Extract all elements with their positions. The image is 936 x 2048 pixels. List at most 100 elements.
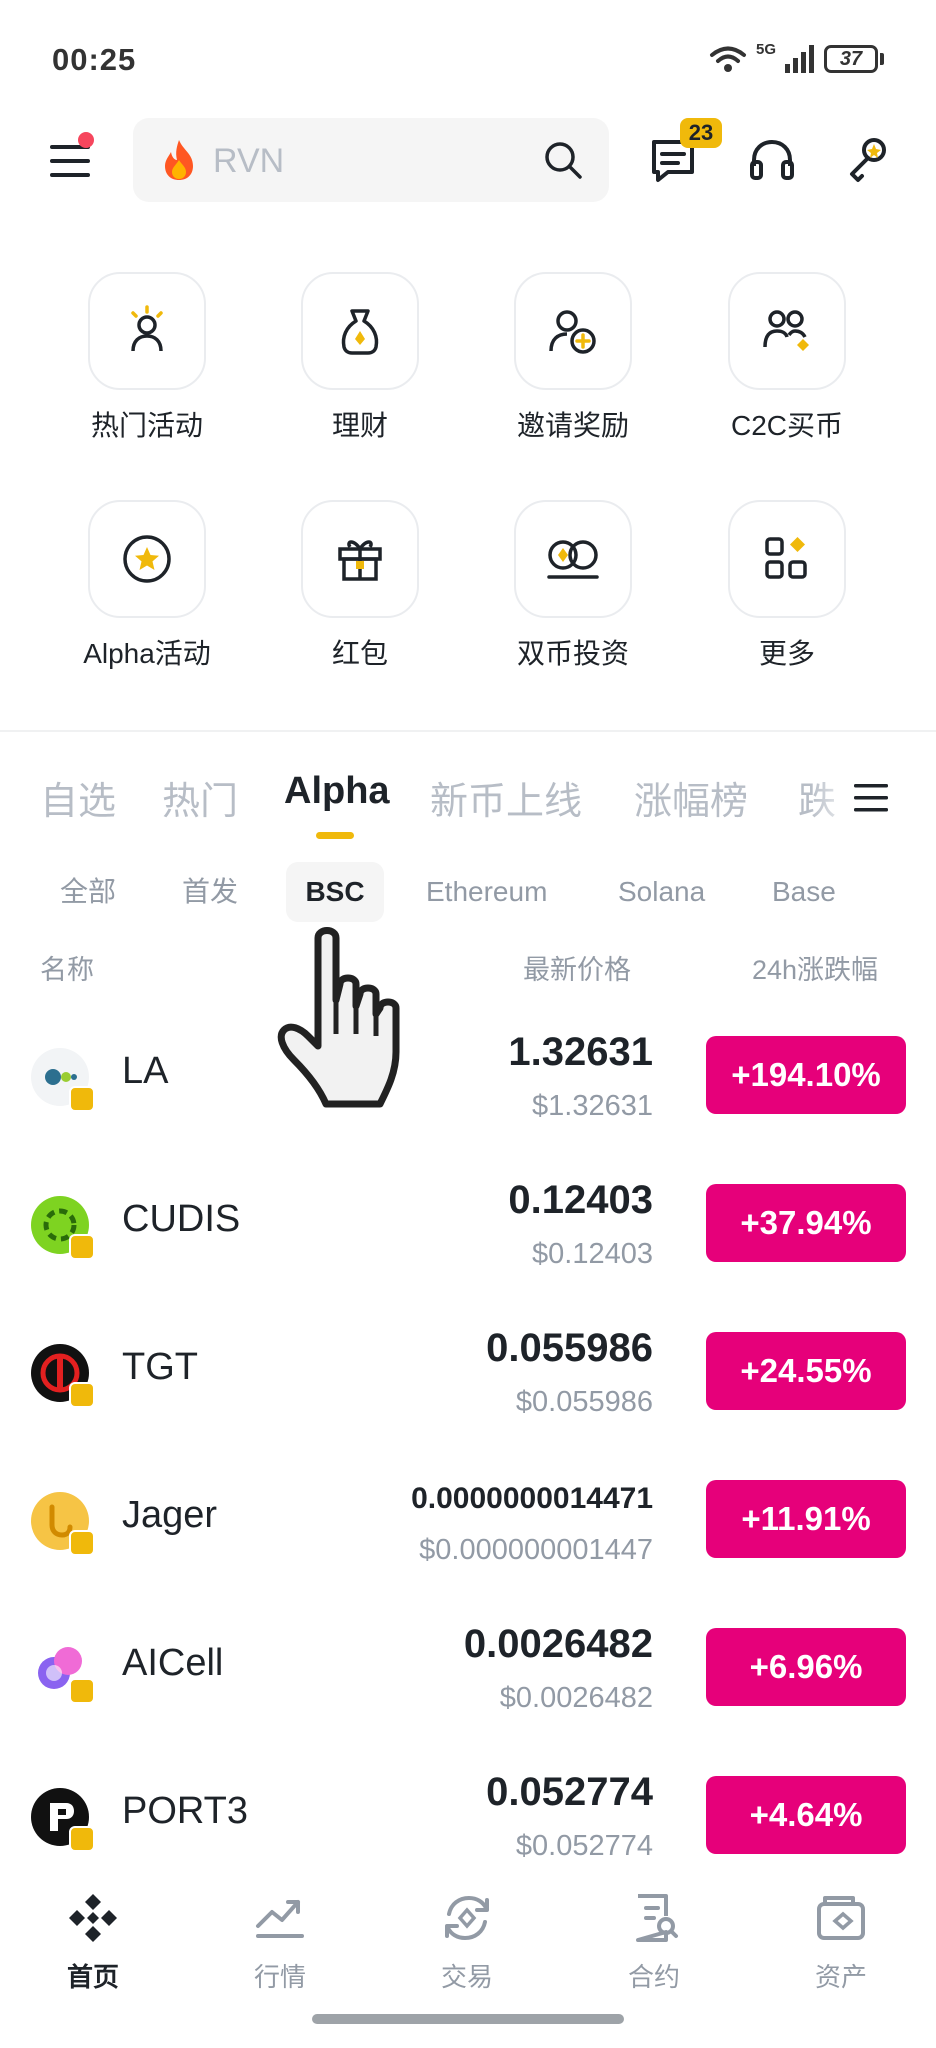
- coin-name: CUDIS: [122, 1198, 241, 1240]
- tabs-menu-icon[interactable]: [852, 778, 892, 818]
- nav-label: 交易: [440, 1962, 493, 1992]
- column-header-change[interactable]: 24h涨跌幅: [752, 948, 878, 987]
- c2c-users-icon: [763, 310, 809, 351]
- change-badge[interactable]: +194.10%: [706, 1036, 906, 1114]
- coin-name: AICell: [122, 1642, 224, 1684]
- subtab-first-launch[interactable]: 首发: [182, 862, 238, 922]
- quick-action-label: 理财: [331, 410, 388, 441]
- tile: [728, 500, 846, 618]
- coin-row-cudis[interactable]: CUDIS 0.12403 $0.12403 +37.94%: [0, 1148, 936, 1296]
- nav-label: 行情: [253, 1962, 306, 1992]
- tile: [514, 272, 632, 390]
- home-indicator[interactable]: [312, 2014, 624, 2024]
- quick-action-dual-investment[interactable]: 双币投资: [473, 500, 673, 672]
- coin-row-aicell[interactable]: AICell 0.0026482 $0.0026482 +6.96%: [0, 1592, 936, 1740]
- bsc-chain-badge: [69, 1678, 95, 1704]
- quick-action-red-packet[interactable]: 红包: [260, 500, 460, 672]
- quick-action-label: 邀请奖励: [516, 410, 629, 441]
- markets-chart-icon: [256, 1900, 304, 1938]
- bsc-chain-badge: [69, 1086, 95, 1112]
- bsc-chain-badge: [69, 1234, 95, 1260]
- top-bar: 23: [0, 112, 936, 210]
- coin-row-jager[interactable]: Jager 0.0000000014471 $0.000000001447 +1…: [0, 1444, 936, 1592]
- coin-price: 0.12403: [508, 1178, 653, 1222]
- quick-action-earn[interactable]: 理财: [260, 272, 460, 444]
- bsc-chain-badge: [69, 1826, 95, 1852]
- tab-alpha[interactable]: Alpha: [284, 770, 390, 813]
- nav-trade[interactable]: 交易: [392, 1876, 542, 1994]
- bsc-chain-badge: [69, 1382, 95, 1408]
- dual-coin-icon: [547, 540, 599, 579]
- tile: [514, 500, 632, 618]
- coin-row-tgt[interactable]: TGT 0.055986 $0.055986 +24.55%: [0, 1296, 936, 1444]
- quick-action-invite[interactable]: 邀请奖励: [473, 272, 673, 444]
- tile: [301, 272, 419, 390]
- column-header-name[interactable]: 名称: [40, 948, 94, 987]
- bsc-chain-badge: [69, 1530, 95, 1556]
- battery-icon: 37: [824, 45, 884, 73]
- quick-action-label: 双币投资: [516, 638, 629, 669]
- tab-hot[interactable]: 热门: [162, 770, 238, 825]
- quick-action-hot-events[interactable]: 热门活动: [47, 272, 247, 444]
- tab-gainers[interactable]: 涨幅榜: [634, 770, 748, 825]
- subtab-all[interactable]: 全部: [60, 862, 116, 922]
- network-type: 5G: [755, 40, 776, 58]
- change-badge[interactable]: +4.64%: [706, 1776, 906, 1854]
- nav-label: 合约: [627, 1962, 680, 1992]
- status-bar: 00:25 5G 37: [0, 0, 936, 110]
- more-grid-icon: [765, 537, 807, 579]
- coin-row-la[interactable]: LA 1.32631 $1.32631 +194.10%: [0, 1000, 936, 1148]
- coin-price: 0.052774: [486, 1770, 653, 1814]
- quick-action-alpha-events[interactable]: Alpha活动: [47, 500, 247, 672]
- coin-price: 0.0026482: [463, 1622, 653, 1666]
- change-badge[interactable]: +11.91%: [706, 1480, 906, 1558]
- quick-action-label: 更多: [758, 638, 815, 669]
- tab-new-listings[interactable]: 新币上线: [430, 770, 582, 825]
- nav-label: 首页: [66, 1962, 119, 1992]
- coin-price: 1.32631: [508, 1030, 653, 1074]
- search-bar[interactable]: [133, 118, 609, 202]
- wallet-icon: [817, 1896, 865, 1940]
- nav-futures[interactable]: 合约: [579, 1876, 729, 1994]
- subtab-ethereum[interactable]: Ethereum: [426, 862, 547, 922]
- coin-price-usd: $0.052774: [515, 1830, 653, 1862]
- headset-icon[interactable]: [744, 132, 800, 188]
- clock: 00:25: [52, 42, 137, 77]
- tile: [88, 272, 206, 390]
- change-badge[interactable]: +24.55%: [706, 1332, 906, 1410]
- subtab-bsc[interactable]: BSC: [286, 862, 384, 922]
- subtab-base[interactable]: Base: [772, 862, 836, 922]
- subtab-solana[interactable]: Solana: [618, 862, 705, 922]
- nav-markets[interactable]: 行情: [205, 1876, 355, 1994]
- tile: [728, 272, 846, 390]
- referral-icon[interactable]: [840, 132, 896, 188]
- coin-price: 0.0000000014471: [411, 1482, 653, 1515]
- person-sun-icon: [131, 305, 163, 352]
- tile: [88, 500, 206, 618]
- coin-price-usd: $0.055986: [515, 1386, 653, 1418]
- quick-action-label: Alpha活动: [83, 638, 211, 669]
- quick-action-more[interactable]: 更多: [687, 500, 887, 672]
- nav-assets[interactable]: 资产: [766, 1876, 916, 1994]
- coin-price-usd: $1.32631: [532, 1090, 653, 1122]
- trade-swap-icon: [445, 1895, 489, 1941]
- change-badge[interactable]: +37.94%: [706, 1184, 906, 1262]
- tab-favorites[interactable]: 自选: [40, 770, 116, 825]
- coin-price-usd: $0.0026482: [499, 1682, 653, 1714]
- quick-action-label: C2C买币: [730, 410, 843, 441]
- search-input[interactable]: [211, 136, 545, 186]
- bottom-nav: 首页 行情 交易 合约 资产: [0, 1876, 936, 2006]
- nav-home[interactable]: 首页: [18, 1876, 168, 1994]
- menu-button[interactable]: [40, 132, 100, 190]
- tile: [301, 500, 419, 618]
- quick-action-label: 热门活动: [90, 410, 203, 441]
- quick-action-c2c[interactable]: C2C买币: [687, 272, 887, 444]
- column-header-price[interactable]: 最新价格: [523, 948, 631, 987]
- search-icon[interactable]: [543, 140, 583, 180]
- pointing-hand-cursor-icon: [277, 927, 400, 1108]
- chain-filter-tabs: 全部 首发 BSC Ethereum Solana Base: [0, 862, 936, 922]
- coin-row-port3[interactable]: PORT3 0.052774 $0.052774 +4.64%: [0, 1740, 936, 1888]
- change-badge[interactable]: +6.96%: [706, 1628, 906, 1706]
- coin-price-usd: $0.000000001447: [419, 1534, 653, 1566]
- battery-level: 37: [824, 45, 878, 73]
